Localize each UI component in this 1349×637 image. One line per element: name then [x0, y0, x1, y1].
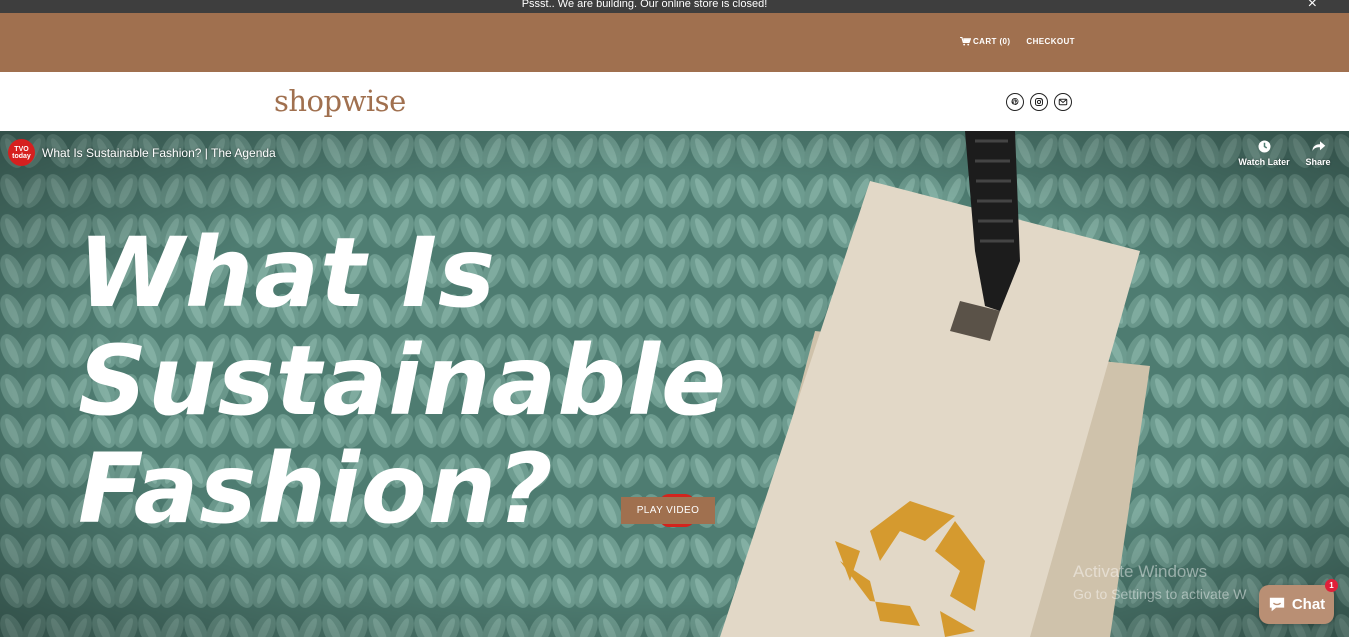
headline-line-3: Fashion?	[78, 433, 554, 545]
headline-line-2: Sustainable	[78, 325, 728, 437]
announcement-text: Pssst.. We are building. Our online stor…	[521, 0, 768, 10]
checkout-link[interactable]: CHECKOUT	[1026, 37, 1075, 46]
play-video-button[interactable]: PLAY VIDEO	[621, 497, 715, 524]
watermark-line-2: Go to Settings to activate W	[1073, 586, 1247, 602]
video-embed[interactable]: TVO today What Is Sustainable Fashion? |…	[0, 131, 1349, 637]
chat-button[interactable]: Chat	[1259, 585, 1334, 624]
watermark-line-1: Activate Windows	[1073, 562, 1208, 581]
site-header: shopwise	[0, 72, 1349, 131]
channel-avatar[interactable]: TVO today	[8, 139, 35, 166]
share-label: Share	[1305, 157, 1331, 167]
chat-label: Chat	[1291, 596, 1326, 613]
video-title[interactable]: What Is Sustainable Fashion? | The Agend…	[42, 146, 276, 160]
share-arrow-icon	[1312, 141, 1325, 151]
social-links	[1006, 93, 1072, 111]
top-bar: CART (0) CHECKOUT	[0, 13, 1349, 72]
channel-badge-line2: today	[12, 152, 31, 160]
headline-line-1: What Is	[78, 217, 497, 329]
instagram-icon[interactable]	[1030, 93, 1048, 111]
pinterest-icon[interactable]	[1006, 93, 1024, 111]
cart-icon	[960, 37, 971, 46]
chat-bubble-icon	[1269, 597, 1284, 612]
announcement-bar: Pssst.. We are building. Our online stor…	[0, 0, 1349, 13]
video-headline: What Is Sustainable Fashion?	[78, 219, 727, 543]
email-icon[interactable]	[1054, 93, 1072, 111]
topbar-links: CART (0) CHECKOUT	[960, 37, 1075, 46]
cart-label: CART (0)	[973, 37, 1011, 46]
site-logo[interactable]: shopwise	[274, 84, 406, 118]
play-video-wrapper: PLAY VIDEO	[621, 494, 715, 527]
cart-link[interactable]: CART (0)	[960, 37, 1010, 46]
share-button[interactable]: Share	[1290, 139, 1346, 167]
watch-later-button[interactable]: Watch Later	[1236, 139, 1292, 167]
watch-later-label: Watch Later	[1238, 157, 1290, 167]
activate-windows-watermark: Activate Windows Go to Settings to activ…	[1073, 561, 1247, 605]
video-header: TVO today What Is Sustainable Fashion? |…	[8, 139, 276, 166]
close-icon[interactable]: ×	[1308, 0, 1317, 12]
play-video-label: PLAY VIDEO	[636, 505, 700, 516]
channel-badge-line1: TVO	[14, 145, 29, 153]
chat-notification-badge: 1	[1325, 579, 1338, 592]
clock-icon	[1258, 140, 1270, 153]
